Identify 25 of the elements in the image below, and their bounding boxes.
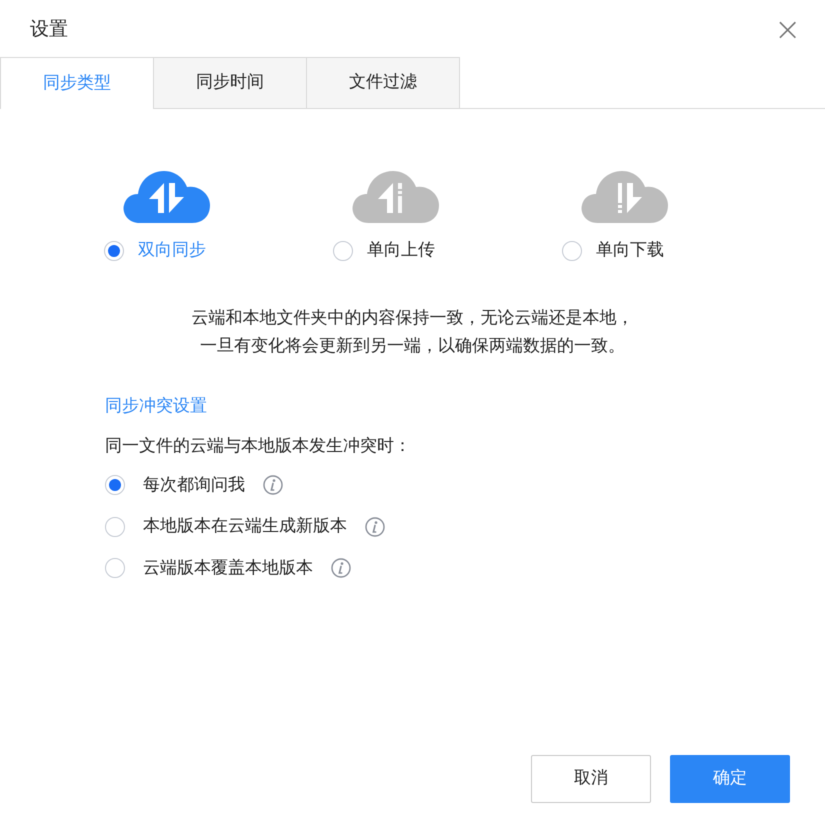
radio-button[interactable]: [105, 558, 125, 578]
tab[interactable]: 同步类型: [0, 57, 154, 109]
radio-button[interactable]: [333, 240, 353, 261]
radio-label[interactable]: 双向同步: [138, 238, 206, 264]
description-text: 云端和本地文件夹中的内容保持一致，无论云端还是本地， 一旦有变化将会更新到另一端，以确保两端数据的一致。: [190, 306, 634, 358]
close-button[interactable]: ×: [770, 12, 805, 44]
radio-button[interactable]: [105, 516, 125, 537]
section-heading: 同步冲突设置: [105, 394, 208, 418]
info-icon[interactable]: [365, 516, 385, 537]
radio-label[interactable]: 单向下载: [596, 238, 664, 264]
radio-label[interactable]: 本地版本在云端生成新版本: [143, 514, 347, 540]
question-text: 同一文件的云端与本地版本发生冲突时：: [105, 435, 412, 458]
radio-label[interactable]: 云端版本覆盖本地版本: [143, 556, 313, 581]
cancel-button[interactable]: 取消: [531, 755, 651, 803]
dialog-title: 设置: [30, 17, 68, 42]
tab[interactable]: 同步时间: [153, 57, 307, 108]
radio-button[interactable]: [105, 475, 125, 496]
confirm-button[interactable]: 确定: [670, 755, 790, 803]
radio-button[interactable]: [562, 240, 582, 261]
tab[interactable]: 文件过滤: [306, 57, 460, 108]
info-icon[interactable]: [331, 558, 351, 578]
radio-label[interactable]: 每次都询问我: [143, 472, 245, 498]
radio-button[interactable]: [104, 240, 124, 261]
radio-label[interactable]: 单向上传: [367, 238, 435, 264]
info-icon[interactable]: [263, 475, 283, 496]
